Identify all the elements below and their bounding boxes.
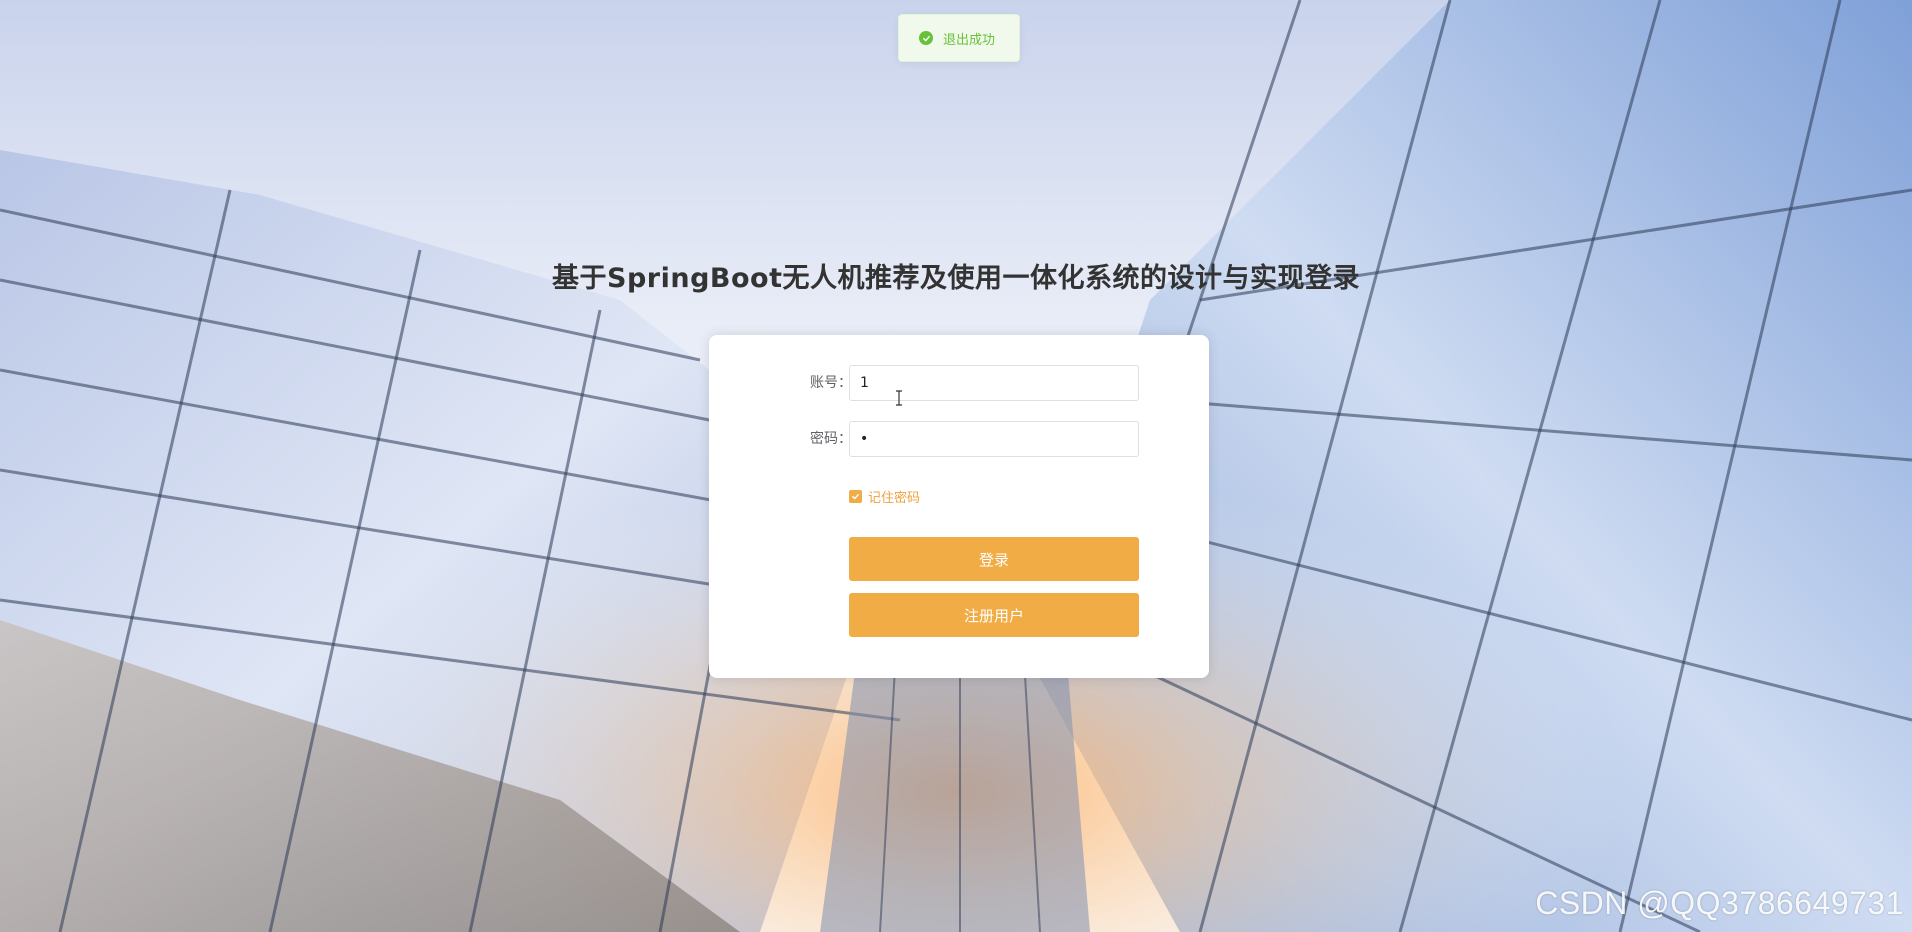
account-label: 账号：	[810, 375, 852, 391]
account-input[interactable]: 1	[849, 365, 1139, 401]
logout-success-toast: 退出成功	[898, 14, 1020, 62]
password-row: 密码： •	[709, 421, 1209, 457]
account-row: 账号： 1	[709, 365, 1209, 401]
text-cursor-icon	[896, 390, 902, 406]
password-input[interactable]: •	[849, 421, 1139, 457]
remember-password-checkbox[interactable]: 记住密码	[849, 487, 920, 506]
csdn-watermark: CSDN @QQ3786649731	[1535, 885, 1904, 921]
register-button[interactable]: 注册用户	[849, 593, 1139, 637]
login-button[interactable]: 登录	[849, 537, 1139, 581]
checkbox-checked-icon[interactable]	[849, 490, 862, 503]
remember-password-label[interactable]: 记住密码	[868, 487, 920, 506]
page-title: 基于SpringBoot无人机推荐及使用一体化系统的设计与实现登录	[552, 263, 1360, 294]
login-card: 账号： 1 密码： • 记住密码 登录 注册用户	[709, 335, 1209, 678]
password-label: 密码：	[810, 431, 852, 447]
toast-message: 退出成功	[943, 32, 996, 48]
login-page: 退出成功 基于SpringBoot无人机推荐及使用一体化系统的设计与实现登录 账…	[0, 0, 1912, 932]
check-circle-icon	[919, 31, 933, 45]
